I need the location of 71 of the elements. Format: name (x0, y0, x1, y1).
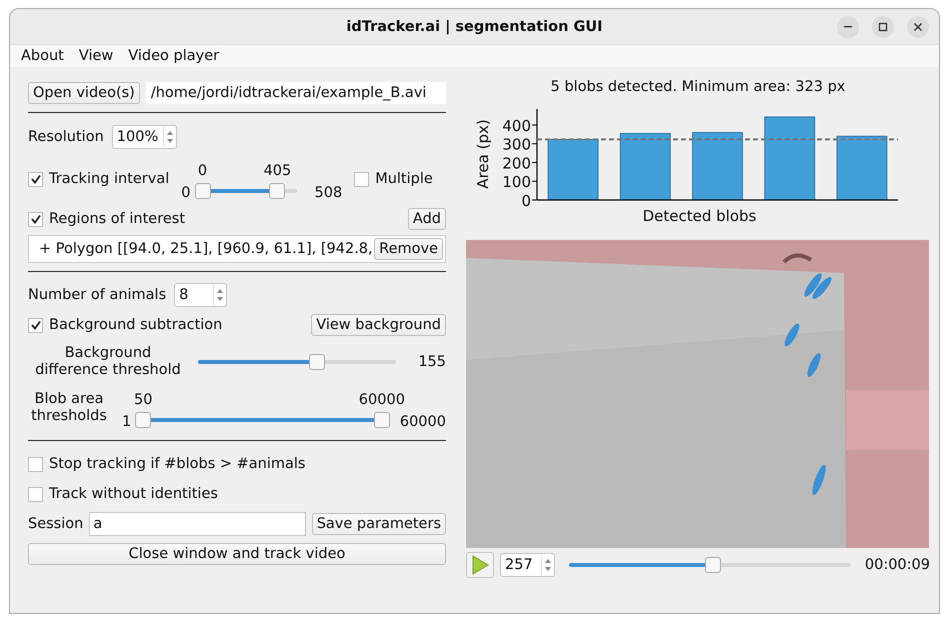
resolution-label: Resolution (28, 129, 104, 145)
x-axis-label: Detected blobs (642, 207, 756, 225)
close-button[interactable] (907, 16, 929, 38)
threshold-label: Background difference threshold (34, 344, 182, 380)
spin-arrows-icon (541, 555, 554, 575)
y-tick-label: 200 (502, 154, 531, 172)
y-tick-label: 300 (502, 136, 531, 154)
roi-label: Regions of interest (49, 211, 186, 227)
range-max-label: 508 (314, 185, 342, 201)
close-icon (913, 22, 923, 32)
roi-checkbox[interactable] (28, 212, 43, 226)
number-of-animals-label: Number of animals (28, 287, 166, 303)
range-max-label: 60000 (400, 414, 446, 430)
menu-item[interactable]: View (78, 48, 114, 64)
menu-item[interactable]: About (21, 48, 64, 64)
frame-spinbox[interactable]: 257 (500, 553, 555, 577)
close-and-track-button[interactable]: Close window and track video (28, 543, 446, 565)
multiple-checkbox[interactable] (354, 172, 370, 186)
option-checkbox[interactable] (28, 456, 43, 472)
bar (548, 139, 598, 200)
slider-handle[interactable] (135, 412, 152, 428)
session-label: Session (28, 516, 84, 532)
y-tick-label: 0 (521, 192, 531, 210)
option-checkbox[interactable] (28, 486, 43, 502)
bar (692, 132, 743, 200)
play-button[interactable] (466, 552, 494, 578)
y-axis-label: Area (px) (474, 119, 492, 189)
detection-summary: 5 blobs detected. Minimum area: 323 px (550, 79, 846, 95)
multiple-label: Multiple (375, 171, 433, 187)
y-tick-label: 400 (502, 116, 531, 135)
handle-value-label: 0 (198, 162, 208, 181)
session-field[interactable]: a (89, 512, 306, 536)
minimize-button[interactable] (837, 16, 859, 38)
handle-value-label: 50 (134, 391, 152, 410)
y-tick-label: 100 (502, 173, 531, 192)
video-path-field[interactable]: /home/jordi/idtrackerai/example_B.avi (146, 82, 446, 104)
play-icon (471, 555, 489, 575)
background-subtraction-checkbox[interactable] (28, 318, 43, 332)
handle-value-label: 60000 (358, 391, 405, 410)
save-parameters-button[interactable]: Save parameters (312, 513, 446, 535)
roi-polygon-item[interactable]: + Polygon [[94.0, 25.1], [960.9, 61.1], [942.8, (39, 241, 373, 257)
option-label: Track without identities (49, 486, 218, 502)
window-title: idTracker.ai | segmentation GUI (346, 18, 603, 34)
open-video-button[interactable]: Open video(s) (28, 82, 140, 104)
time-label: 00:00:09 (864, 557, 930, 573)
slider-handle[interactable] (269, 183, 286, 199)
maximize-icon (878, 22, 888, 32)
handle-value-label: 405 (264, 162, 292, 181)
minimize-icon (844, 26, 852, 28)
add-button[interactable]: Add (408, 208, 446, 230)
bar (620, 132, 671, 200)
threshold-value: 155 (418, 354, 446, 370)
range-min-label: 0 (181, 185, 190, 201)
background-subtraction-label: Background subtraction (49, 317, 224, 333)
blob-area-label: Blob area thresholds (30, 390, 108, 426)
video-position-handle[interactable] (704, 557, 721, 573)
view-background-button[interactable]: View background (311, 314, 446, 336)
slider-handle[interactable] (194, 183, 210, 199)
maximize-button[interactable] (872, 16, 894, 38)
tracking-interval-label: Tracking interval (49, 171, 170, 187)
number-of-animals-spinbox[interactable]: 8 (174, 283, 228, 307)
remove-button[interactable]: Remove (374, 238, 443, 260)
menu-item[interactable]: Video player (128, 48, 220, 64)
spin-arrows-icon (162, 127, 176, 147)
slider-handle[interactable] (308, 354, 325, 370)
option-label: Stop tracking if #blobs > #animals (49, 456, 306, 472)
bar (836, 136, 888, 200)
range-min-label: 1 (122, 414, 132, 430)
tracking-interval-checkbox[interactable] (28, 172, 43, 186)
slider-handle[interactable] (374, 412, 390, 428)
resolution-spinbox[interactable]: 100% (112, 125, 177, 149)
